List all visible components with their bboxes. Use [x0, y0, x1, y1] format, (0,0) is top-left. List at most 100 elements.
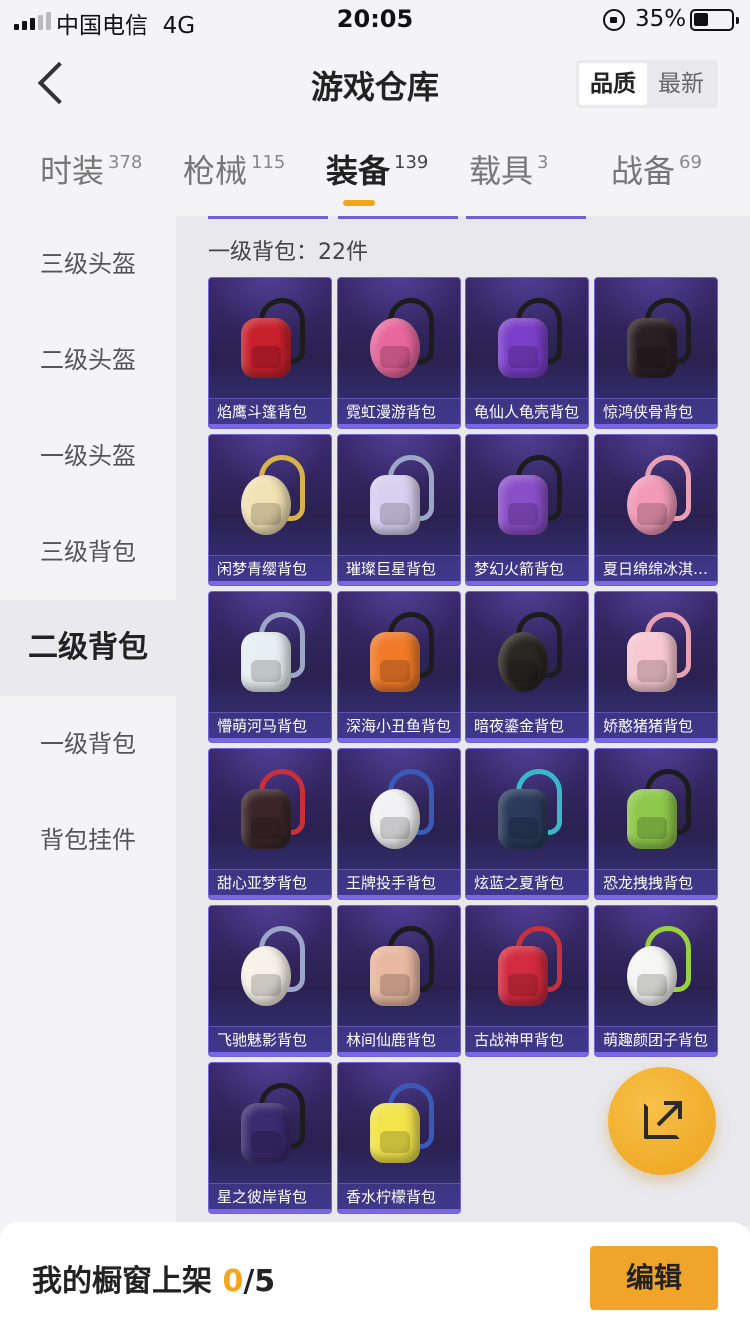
backpack-icon [494, 769, 564, 861]
showcase-label-text: 我的橱窗上架 [32, 1264, 212, 1299]
item-name: 星之彼岸背包 [209, 1183, 331, 1209]
backpack-icon [494, 298, 564, 390]
sidebar-item-level1-helmet[interactable]: 一级头盔 [0, 408, 176, 504]
tab-supplies[interactable]: 战备 69 [611, 146, 702, 192]
tab-vehicles[interactable]: 载具 3 [469, 146, 548, 192]
item-name: 炫蓝之夏背包 [466, 869, 588, 895]
item-card[interactable]: 惊鸿侠骨背包 [594, 277, 718, 429]
item-name: 香水柠檬背包 [338, 1183, 460, 1209]
item-card[interactable]: 焰鹰斗篷背包 [208, 277, 332, 429]
backpack-icon [494, 926, 564, 1018]
sidebar: 三级头盔 二级头盔 一级头盔 三级背包 二级背包 一级背包 背包挂件 [0, 216, 176, 1226]
section-label: 一级背包：22件 [208, 240, 368, 265]
previous-row-edge [466, 216, 586, 219]
item-card[interactable]: 飞驰魅影背包 [208, 905, 332, 1057]
backpack-icon [623, 769, 693, 861]
category-tabs: 时装 378 枪械 115 装备 139 载具 3 战备 69 [0, 140, 750, 210]
item-name: 夏日绵绵冰淇淋背包 [595, 555, 717, 581]
rotation-lock-icon [603, 9, 625, 31]
item-card[interactable]: 龟仙人龟壳背包 [465, 277, 589, 429]
item-name: 林间仙鹿背包 [338, 1026, 460, 1052]
item-name: 深海小丑鱼背包 [338, 712, 460, 738]
item-name: 王牌投手背包 [338, 869, 460, 895]
sidebar-item-level3-helmet[interactable]: 三级头盔 [0, 216, 176, 312]
showcase-shelf-label: 我的橱窗上架 0/5 [32, 1256, 275, 1300]
sidebar-item-level2-helmet[interactable]: 二级头盔 [0, 312, 176, 408]
item-card[interactable]: 炫蓝之夏背包 [465, 748, 589, 900]
item-card[interactable]: 深海小丑鱼背包 [337, 591, 461, 743]
sidebar-item-level3-backpack[interactable]: 三级背包 [0, 504, 176, 600]
active-tab-indicator [343, 200, 375, 206]
sidebar-item-level2-backpack[interactable]: 二级背包 [0, 600, 176, 696]
item-card[interactable]: 恐龙拽拽背包 [594, 748, 718, 900]
item-name: 懵萌河马背包 [209, 712, 331, 738]
item-card[interactable]: 甜心亚梦背包 [208, 748, 332, 900]
item-name: 惊鸿侠骨背包 [595, 398, 717, 424]
share-icon [644, 1101, 682, 1139]
backpack-icon [494, 612, 564, 704]
item-name: 萌趣颜团子背包 [595, 1026, 717, 1052]
backpack-icon [237, 298, 307, 390]
status-bar: 中国电信 4G 20:05 35% [0, 0, 750, 40]
item-card[interactable]: 霓虹漫游背包 [337, 277, 461, 429]
tab-equipment[interactable]: 装备 139 [326, 146, 428, 192]
backpack-icon [237, 1083, 307, 1175]
backpack-icon [237, 612, 307, 704]
backpack-icon [623, 455, 693, 547]
showcase-total-count: /5 [243, 1264, 276, 1299]
backpack-icon [366, 298, 436, 390]
item-name: 飞驰魅影背包 [209, 1026, 331, 1052]
item-card[interactable]: 星之彼岸背包 [208, 1062, 332, 1214]
tab-weapons[interactable]: 枪械 115 [183, 146, 285, 192]
item-card[interactable]: 梦幻火箭背包 [465, 434, 589, 586]
item-name: 焰鹰斗篷背包 [209, 398, 331, 424]
share-button[interactable] [608, 1067, 716, 1175]
item-card[interactable]: 夏日绵绵冰淇淋背包 [594, 434, 718, 586]
item-card[interactable]: 萌趣颜团子背包 [594, 905, 718, 1057]
item-card[interactable]: 闲梦青缨背包 [208, 434, 332, 586]
previous-row-edge [208, 216, 328, 219]
item-name: 娇憨猪猪背包 [595, 712, 717, 738]
item-card[interactable]: 古战神甲背包 [465, 905, 589, 1057]
sort-latest-button[interactable]: 最新 [647, 63, 715, 105]
item-name: 闲梦青缨背包 [209, 555, 331, 581]
edit-button[interactable]: 编辑 [590, 1246, 718, 1310]
backpack-icon [366, 612, 436, 704]
tab-fashion[interactable]: 时装 378 [40, 146, 142, 192]
item-card[interactable]: 林间仙鹿背包 [337, 905, 461, 1057]
sort-toggle: 品质 最新 [576, 60, 718, 108]
battery-icon [690, 9, 739, 31]
showcase-current-count: 0 [222, 1264, 244, 1299]
backpack-icon [366, 1083, 436, 1175]
backpack-icon [494, 455, 564, 547]
backpack-icon [623, 298, 693, 390]
backpack-icon [366, 455, 436, 547]
battery-percent: 35% [635, 6, 687, 32]
backpack-icon [623, 926, 693, 1018]
bottom-bar: 我的橱窗上架 0/5 编辑 [0, 1222, 750, 1334]
item-card[interactable]: 香水柠檬背包 [337, 1062, 461, 1214]
item-name: 甜心亚梦背包 [209, 869, 331, 895]
item-name: 璀璨巨星背包 [338, 555, 460, 581]
item-name: 梦幻火箭背包 [466, 555, 588, 581]
item-card[interactable]: 懵萌河马背包 [208, 591, 332, 743]
backpack-icon [623, 612, 693, 704]
previous-row-edge [338, 216, 458, 219]
item-name: 霓虹漫游背包 [338, 398, 460, 424]
backpack-icon [366, 926, 436, 1018]
item-card[interactable]: 王牌投手背包 [337, 748, 461, 900]
sort-quality-button[interactable]: 品质 [579, 63, 647, 105]
item-name: 古战神甲背包 [466, 1026, 588, 1052]
item-card[interactable]: 璀璨巨星背包 [337, 434, 461, 586]
item-card[interactable]: 暗夜鎏金背包 [465, 591, 589, 743]
backpack-icon [237, 769, 307, 861]
backpack-icon [237, 926, 307, 1018]
item-name: 龟仙人龟壳背包 [466, 398, 588, 424]
backpack-icon [237, 455, 307, 547]
item-name: 暗夜鎏金背包 [466, 712, 588, 738]
backpack-icon [366, 769, 436, 861]
sidebar-item-backpack-charm[interactable]: 背包挂件 [0, 792, 176, 888]
item-name: 恐龙拽拽背包 [595, 869, 717, 895]
sidebar-item-level1-backpack[interactable]: 一级背包 [0, 696, 176, 792]
item-card[interactable]: 娇憨猪猪背包 [594, 591, 718, 743]
